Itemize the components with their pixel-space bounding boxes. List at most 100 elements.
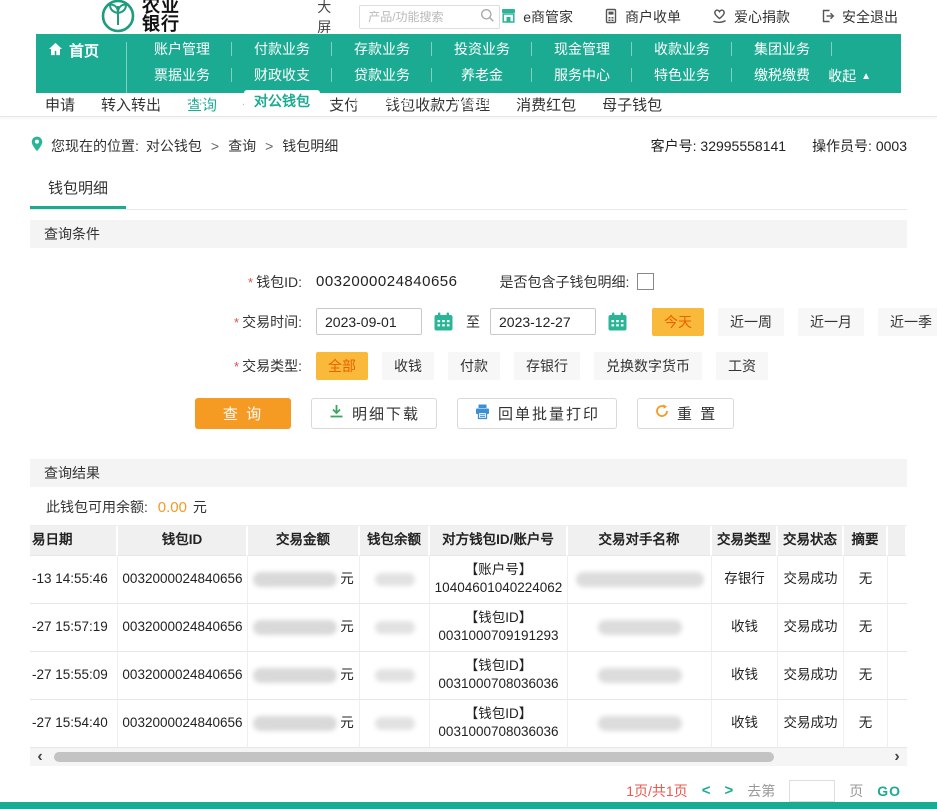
menu-item-payment[interactable]: 付款业务 [232, 36, 332, 62]
date-from-input[interactable] [316, 308, 422, 335]
cell-type: 收钱 [712, 700, 778, 748]
header-date: 易日期 [30, 526, 118, 556]
amount-unit: 元 [340, 666, 354, 684]
cell-date: -27 15:57:19 [30, 604, 118, 652]
include-sub-wallet-checkbox[interactable] [637, 273, 654, 290]
query-button[interactable]: 查 询 [195, 398, 291, 429]
table-row[interactable]: -13 14:55:46 0032000024840656 元 【账户号】104… [30, 556, 907, 604]
table-row[interactable]: -27 15:55:09 0032000024840656 元 【钱包ID】00… [30, 652, 907, 700]
counterparty-id: 0031000709191293 [438, 627, 558, 645]
query-results-header: 查询结果 [30, 459, 907, 487]
calendar-icon[interactable] [430, 309, 456, 335]
search-input[interactable] [368, 10, 480, 24]
redacted-name [598, 668, 682, 683]
cell-counterparty-name [568, 700, 712, 748]
cell-balance [360, 652, 430, 700]
link-logout[interactable]: 安全退出 [820, 7, 898, 27]
menu-item-loan[interactable]: 贷款业务 [332, 62, 432, 88]
scrollbar-track[interactable] [50, 751, 887, 763]
table-row[interactable]: -27 15:57:19 0032000024840656 元 【钱包ID】00… [30, 604, 907, 652]
search-icon[interactable] [480, 8, 495, 26]
menu-item-deposit[interactable]: 存款业务 [332, 36, 432, 62]
type-deposit-bank[interactable]: 存银行 [514, 352, 580, 380]
menu-item-empty [732, 88, 832, 114]
cell-counterparty-id: 【钱包ID】0031000709191293 [430, 604, 568, 652]
link-eshop[interactable]: e商管家 [500, 7, 573, 27]
menu-item-finance[interactable]: 财务管理 [432, 88, 532, 114]
type-pay[interactable]: 付款 [448, 352, 500, 380]
menu-item-salary[interactable]: 薪酬管理 [332, 88, 432, 114]
scroll-left-icon[interactable]: ‹ [30, 748, 50, 766]
batch-print-button[interactable]: 回单批量打印 [457, 398, 617, 429]
menu-item-redpacket[interactable]: 企业红包 [132, 88, 232, 114]
subnav-apply[interactable]: 申请 [45, 94, 75, 115]
cell-status: 交易成功 [778, 700, 844, 748]
calendar-icon[interactable] [604, 309, 630, 335]
link-donate[interactable]: 爱心捐款 [711, 7, 790, 27]
table-row[interactable]: -27 15:54:40 0032000024840656 元 【钱包ID】00… [30, 700, 907, 748]
menu-item-label: 养老金 [451, 64, 513, 86]
next-page-icon[interactable]: > [724, 782, 733, 799]
chevron-up-icon: ▲ [861, 71, 871, 82]
menu-item-fiscal[interactable]: 财政收支 [232, 62, 332, 88]
menu-item-bills[interactable]: 票据业务 [132, 62, 232, 88]
cell-date: -27 15:55:09 [30, 652, 118, 700]
counterparty-kind: 【钱包ID】 [465, 657, 533, 675]
menu-collapse-button[interactable]: 收起 ▲ [828, 66, 871, 86]
header-amount: 交易金额 [248, 526, 360, 556]
menu-item-label: 账户管理 [144, 38, 220, 60]
type-exchange-digital[interactable]: 兑换数字货币 [594, 352, 702, 380]
date-to-input[interactable] [490, 308, 596, 335]
cell-balance [360, 700, 430, 748]
type-receive[interactable]: 收钱 [382, 352, 434, 380]
reset-button[interactable]: 重 置 [637, 398, 734, 429]
quick-date-week[interactable]: 近一周 [718, 308, 784, 336]
menu-item-label [772, 100, 792, 102]
breadcrumb-row: 您现在的位置: 对公钱包 > 查询 > 钱包明细 客户号: 3299555814… [30, 133, 907, 159]
menu-item-special[interactable]: 特色业务 [632, 62, 732, 88]
tab-bar: 钱包明细 [30, 173, 907, 210]
scrollbar-thumb[interactable] [54, 752, 774, 762]
cell-clipped [888, 652, 907, 700]
download-detail-button[interactable]: 明细下载 [311, 398, 437, 429]
menu-item-cash[interactable]: 现金管理 [532, 36, 632, 62]
counterparty-id: 0031000708036036 [438, 675, 558, 693]
menu-home[interactable]: 首页 [48, 38, 120, 63]
menu-item-service[interactable]: 服务中心 [532, 62, 632, 88]
go-button[interactable]: GO [877, 783, 901, 799]
cell-counterparty-name [568, 556, 712, 604]
cell-counterparty-id: 【钱包ID】0031000708036036 [430, 652, 568, 700]
link-merchant[interactable]: 商户收单 [603, 7, 681, 27]
quick-date-today[interactable]: 今天 [652, 308, 704, 336]
type-all[interactable]: 全部 [316, 352, 368, 380]
menu-item-investment[interactable]: 投资业务 [432, 36, 532, 62]
menu-collapse-label: 收起 [828, 66, 856, 86]
type-salary[interactable]: 工资 [716, 352, 768, 380]
breadcrumb-item[interactable]: 查询 [228, 136, 256, 156]
scroll-right-icon[interactable]: › [887, 748, 907, 766]
horizontal-scrollbar[interactable]: ‹ › [30, 748, 907, 766]
prev-page-icon[interactable]: < [702, 782, 711, 799]
product-search-box[interactable] [359, 5, 500, 29]
page-number-input[interactable] [789, 780, 835, 802]
menu-item-collection[interactable]: 收款业务 [632, 36, 732, 62]
menu-item-label: 特色业务 [644, 64, 720, 86]
menu-item-account[interactable]: 账户管理 [132, 36, 232, 62]
abc-logo-icon [100, 0, 136, 37]
quick-date-quarter[interactable]: 近一季 [878, 308, 937, 336]
menu-item-group[interactable]: 集团业务 [732, 36, 832, 62]
menu-item-label: 对公钱包 [244, 90, 320, 112]
menu-item-tax[interactable]: 缴税缴费 [732, 62, 832, 88]
link-eshop-label: e商管家 [523, 7, 573, 27]
required-mark: * [248, 275, 253, 290]
tab-wallet-detail[interactable]: 钱包明细 [30, 173, 126, 209]
storefront-icon [500, 7, 517, 27]
cell-wallet-id: 0032000024840656 [118, 652, 248, 700]
quick-date-month[interactable]: 近一月 [798, 308, 864, 336]
required-mark: * [234, 359, 239, 374]
link-donate-label: 爱心捐款 [734, 7, 790, 27]
menu-item-pension[interactable]: 养老金 [432, 62, 532, 88]
page-info: 1页/共1页 [626, 781, 687, 801]
breadcrumb-item[interactable]: 对公钱包 [146, 136, 202, 156]
menu-item-corporate-wallet[interactable]: 对公钱包 [232, 88, 332, 114]
